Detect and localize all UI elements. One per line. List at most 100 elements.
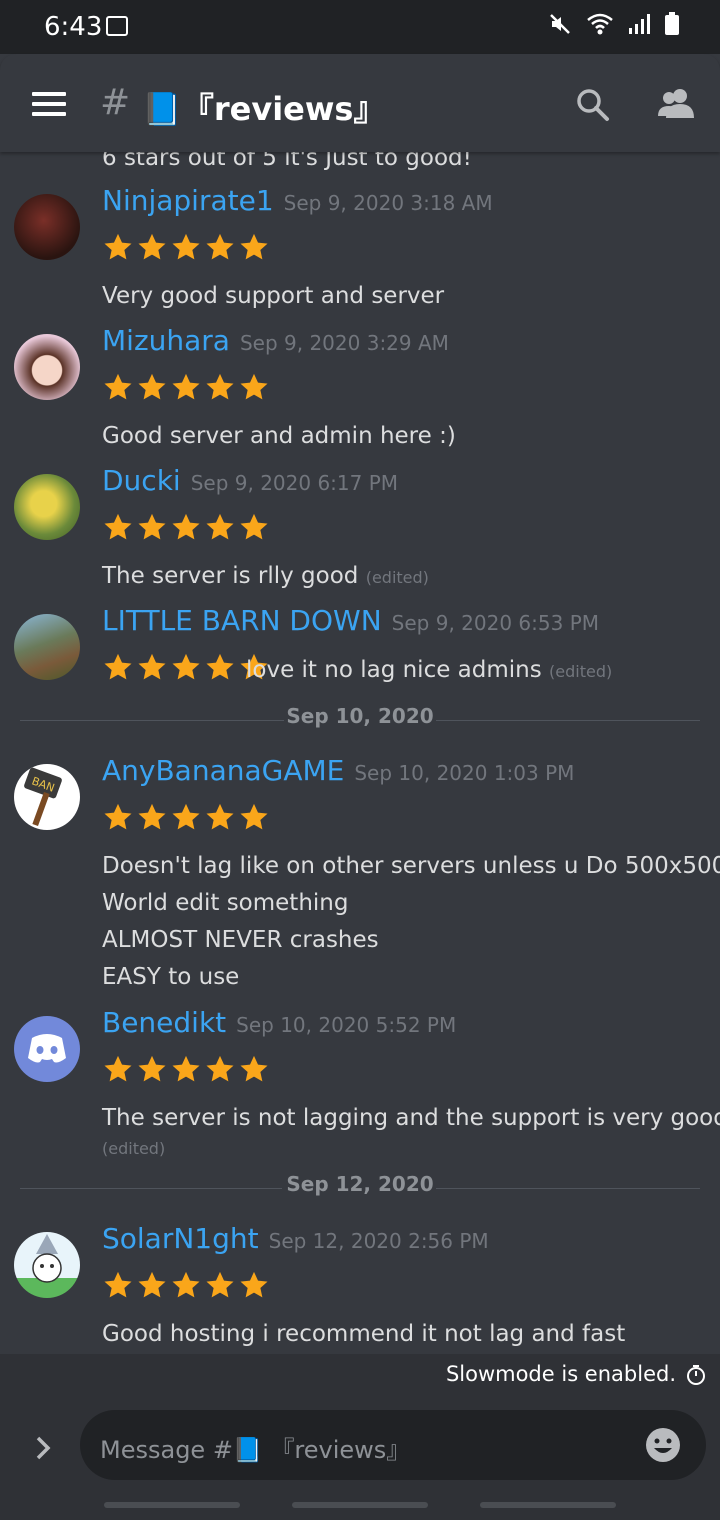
ban-hammer-icon: BAN: [24, 767, 62, 827]
message-text: Good server and admin here :): [102, 423, 456, 449]
search-icon[interactable]: [576, 88, 610, 122]
timestamp: Sep 9, 2020 3:29 AM: [239, 331, 449, 355]
username[interactable]: Ducki Sep 9, 2020 6:17 PM: [102, 464, 398, 497]
star-icon: [240, 803, 268, 830]
star-rating: [102, 1054, 270, 1084]
wifi-icon: [587, 13, 613, 35]
nav-bar-indicator: [480, 1502, 616, 1508]
status-icons: [548, 12, 680, 36]
star-icon: [138, 1055, 166, 1082]
username[interactable]: SolarN1ght Sep 12, 2020 2:56 PM: [102, 1222, 489, 1255]
star-icon: [206, 1271, 234, 1298]
date-divider: Sep 12, 2020: [20, 1172, 700, 1196]
avatar[interactable]: [14, 1016, 80, 1082]
message-list[interactable]: 6 stars out of 5 it's Just to good! Ninj…: [0, 152, 720, 1354]
star-icon: [104, 1055, 132, 1082]
username[interactable]: AnyBananaGAME Sep 10, 2020 1:03 PM: [102, 754, 574, 787]
avatar[interactable]: [14, 1232, 80, 1298]
signal-icon: [629, 14, 650, 34]
star-icon: [206, 373, 234, 400]
avatar[interactable]: [14, 194, 80, 260]
members-icon[interactable]: [656, 86, 696, 120]
edited-label: (edited): [102, 1139, 166, 1158]
avatar[interactable]: [14, 614, 80, 680]
message-text: Doesn't lag like on other servers unless…: [102, 853, 720, 990]
edited-label: (edited): [365, 568, 429, 587]
star-icon: [172, 1271, 200, 1298]
timestamp: Sep 9, 2020 6:53 PM: [391, 611, 600, 635]
star-rating: [102, 512, 270, 542]
star-rating: [102, 652, 270, 682]
star-icon: [240, 513, 268, 540]
slowmode-banner: Slowmode is enabled.: [0, 1354, 720, 1396]
star-rating: [102, 232, 270, 262]
star-icon: [240, 373, 268, 400]
timestamp: Sep 12, 2020 2:56 PM: [268, 1229, 489, 1253]
message-input[interactable]: Message #📘 『reviews』: [80, 1410, 706, 1480]
channel-title: 📘『reviews』: [142, 84, 385, 130]
username[interactable]: Ninjapirate1 Sep 9, 2020 3:18 AM: [102, 184, 493, 217]
star-icon: [172, 233, 200, 260]
star-rating: [102, 372, 270, 402]
character-avatar-icon: [32, 1234, 62, 1283]
timestamp: Sep 10, 2020 1:03 PM: [354, 761, 575, 785]
star-icon: [138, 1271, 166, 1298]
image-notification-icon: [106, 16, 128, 36]
star-icon: [138, 513, 166, 540]
star-icon: [172, 513, 200, 540]
star-icon: [240, 233, 268, 260]
emoji-icon[interactable]: [644, 1426, 682, 1464]
channel-emoji: 📘: [142, 90, 182, 128]
message-placeholder: Message #📘 『reviews』: [100, 1436, 411, 1464]
star-icon: [104, 513, 132, 540]
avatar[interactable]: [14, 334, 80, 400]
star-icon: [138, 233, 166, 260]
status-bar: 6:43: [0, 0, 720, 54]
star-icon: [240, 1055, 268, 1082]
star-icon: [104, 373, 132, 400]
star-icon: [104, 803, 132, 830]
avatar[interactable]: BAN: [14, 764, 80, 830]
timer-icon: [687, 1365, 705, 1385]
star-icon: [172, 373, 200, 400]
star-icon: [206, 803, 234, 830]
timestamp: Sep 10, 2020 5:52 PM: [236, 1013, 457, 1037]
timestamp: Sep 9, 2020 6:17 PM: [190, 471, 399, 495]
channel-header: # 📘『reviews』: [0, 54, 720, 152]
username[interactable]: LITTLE BARN DOWN Sep 9, 2020 6:53 PM: [102, 604, 599, 637]
message-text: The server is rlly good (edited): [102, 563, 429, 589]
star-icon: [172, 1055, 200, 1082]
star-icon: [172, 803, 200, 830]
star-icon: [104, 233, 132, 260]
edited-label: (edited): [549, 662, 613, 681]
channel-hash-icon: #: [100, 82, 131, 123]
discord-logo-icon: [28, 1034, 66, 1063]
timestamp: Sep 9, 2020 3:18 AM: [283, 191, 493, 215]
message-text: The server is not lagging and the suppor…: [102, 1100, 720, 1161]
date-divider: Sep 10, 2020: [20, 704, 700, 728]
star-icon: [172, 653, 200, 680]
star-icon: [206, 1055, 234, 1082]
partial-message-text: 6 stars out of 5 it's Just to good!: [102, 152, 472, 171]
star-icon: [138, 803, 166, 830]
menu-icon[interactable]: [32, 92, 66, 116]
mute-icon: [550, 14, 570, 34]
star-rating: [102, 1270, 270, 1300]
chevron-right-icon[interactable]: [34, 1434, 54, 1462]
message-text: Very good support and server: [102, 283, 445, 309]
star-icon: [206, 233, 234, 260]
star-icon: [138, 373, 166, 400]
status-time: 6:43: [44, 12, 103, 42]
avatar[interactable]: [14, 474, 80, 540]
star-icon: [138, 653, 166, 680]
star-rating: [102, 802, 270, 832]
message-text: Good hosting i recommend it not lag and …: [102, 1321, 626, 1347]
star-icon: [104, 1271, 132, 1298]
nav-bar-indicator: [292, 1502, 428, 1508]
username[interactable]: Benedikt Sep 10, 2020 5:52 PM: [102, 1006, 456, 1039]
star-icon: [206, 653, 234, 680]
channel-name: 『reviews』: [181, 90, 386, 128]
battery-icon: [665, 12, 679, 35]
message-text: love it no lag nice admins (edited): [246, 657, 613, 683]
username[interactable]: Mizuhara Sep 9, 2020 3:29 AM: [102, 324, 449, 357]
